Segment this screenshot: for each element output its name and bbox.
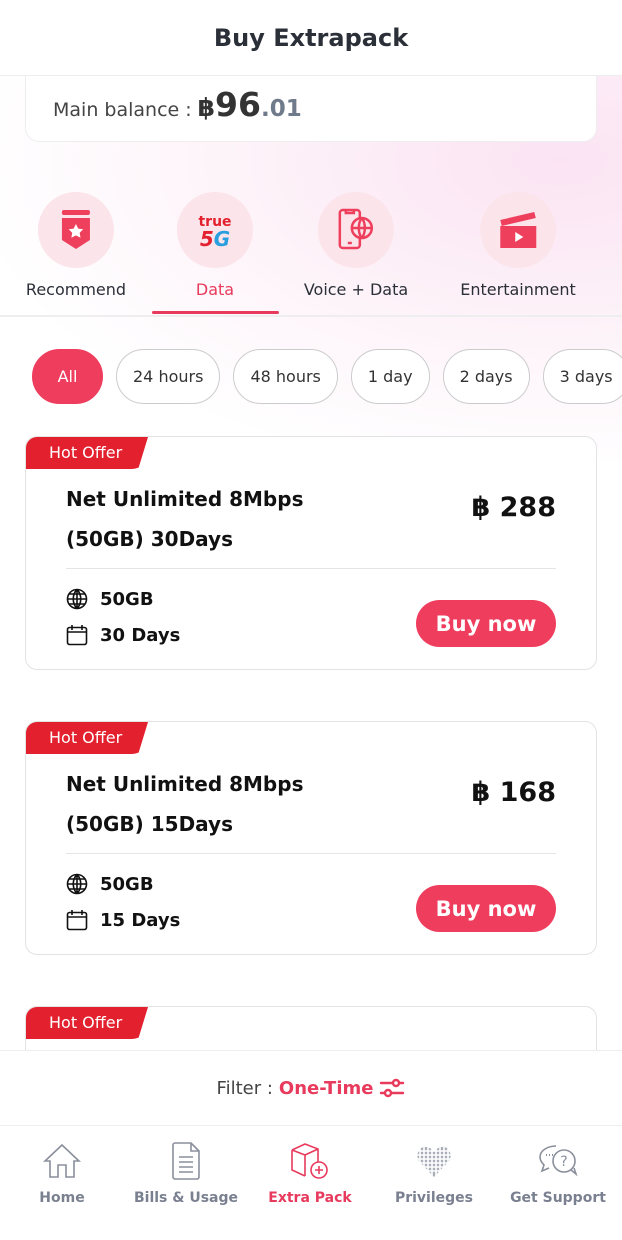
offer-title: Net Unlimited 8Mbps (50GB) 15Days xyxy=(66,772,304,836)
offer-data: 50GB xyxy=(100,588,154,610)
nav-extra-pack[interactable]: Extra Pack xyxy=(248,1140,372,1206)
nav-label: Bills & Usage xyxy=(133,1190,239,1206)
duration-filter-chips: All 24 hours 48 hours 1 day 2 days 3 day… xyxy=(32,349,622,404)
svg-text:?: ? xyxy=(560,1154,567,1170)
nav-label: Privileges xyxy=(394,1190,474,1206)
filter-value: One-Time xyxy=(278,1077,374,1099)
document-icon xyxy=(172,1142,200,1180)
buy-now-button[interactable]: Buy now xyxy=(416,885,556,932)
nav-get-support[interactable]: ? Get Support xyxy=(496,1140,620,1206)
chip-3-days[interactable]: 3 days xyxy=(542,349,622,404)
home-icon xyxy=(43,1143,81,1178)
globe-icon xyxy=(66,873,88,895)
tab-label: Data xyxy=(195,280,235,299)
true-5g-logo: true5G xyxy=(198,214,231,250)
nav-label: Get Support xyxy=(510,1190,606,1206)
balance-label: Main balance : xyxy=(53,99,192,121)
chip-all[interactable]: All xyxy=(32,349,103,404)
header: Buy Extrapack xyxy=(0,0,622,76)
nav-label: Home xyxy=(39,1190,85,1206)
tab-label: Entertainment xyxy=(460,280,576,299)
offer-price: ฿ 288 xyxy=(471,492,556,523)
nav-home[interactable]: Home xyxy=(0,1140,124,1206)
tab-label: Recommend xyxy=(25,280,127,299)
page-title: Buy Extrapack xyxy=(213,23,409,52)
ribbon-star-icon xyxy=(61,210,90,249)
chip-1-day[interactable]: 1 day xyxy=(350,349,430,404)
hot-offer-badge: Hot Offer xyxy=(26,437,148,469)
category-tabs: Recommend true 5G Data Voice + Data Enter… xyxy=(0,192,622,317)
clapperboard-icon xyxy=(499,212,536,248)
globe-icon xyxy=(66,588,88,610)
chat-question-icon: ? xyxy=(539,1145,578,1177)
box-plus-icon xyxy=(291,1143,328,1179)
tab-entertainment[interactable]: Entertainment xyxy=(460,192,576,299)
tab-data[interactable]: true 5G Data xyxy=(177,192,253,299)
divider xyxy=(66,853,556,854)
chip-48-hours[interactable]: 48 hours xyxy=(233,349,338,404)
phone-globe-icon xyxy=(338,208,374,250)
offer-data: 50GB xyxy=(100,873,154,895)
hot-offer-badge: Hot Offer xyxy=(26,1007,148,1039)
tab-label: Voice + Data xyxy=(303,280,409,299)
nav-label: Extra Pack xyxy=(268,1190,352,1206)
buy-now-button[interactable]: Buy now xyxy=(416,600,556,647)
tab-recommend[interactable]: Recommend xyxy=(26,192,126,299)
nav-bills-usage[interactable]: Bills & Usage xyxy=(124,1140,248,1206)
offer-price: ฿ 168 xyxy=(471,777,556,808)
calendar-icon xyxy=(66,910,88,931)
dotted-heart-icon xyxy=(416,1143,452,1179)
nav-privileges[interactable]: Privileges xyxy=(372,1140,496,1206)
active-tab-indicator xyxy=(152,311,279,314)
offer-card: Hot Offer Net Unlimited 8Mbps (50GB) 30D… xyxy=(25,436,597,670)
bottom-nav: Home Bills & Usage Extra Pack Privileges… xyxy=(0,1125,622,1240)
filter-sliders-icon[interactable] xyxy=(379,1077,405,1099)
balance-currency: ฿ xyxy=(197,93,216,122)
chip-24-hours[interactable]: 24 hours xyxy=(116,349,221,404)
svg-text:5G: 5G xyxy=(200,227,230,250)
filter-label: Filter : xyxy=(216,1077,273,1099)
offer-duration: 15 Days xyxy=(100,909,181,931)
divider xyxy=(66,568,556,569)
tab-voice-data[interactable]: Voice + Data xyxy=(304,192,408,299)
chip-2-days[interactable]: 2 days xyxy=(442,349,530,404)
offer-duration: 30 Days xyxy=(100,624,181,646)
calendar-icon xyxy=(66,625,88,646)
hot-offer-badge: Hot Offer xyxy=(26,722,148,754)
offer-title: Net Unlimited 8Mbps (50GB) 30Days xyxy=(66,487,304,551)
filter-bar[interactable]: Filter : One-Time xyxy=(0,1050,622,1125)
balance-integer: 96 xyxy=(215,85,261,124)
offer-card: Hot Offer Net Unlimited 8Mbps (50GB) 15D… xyxy=(25,721,597,955)
balance-decimal: .01 xyxy=(260,96,302,122)
